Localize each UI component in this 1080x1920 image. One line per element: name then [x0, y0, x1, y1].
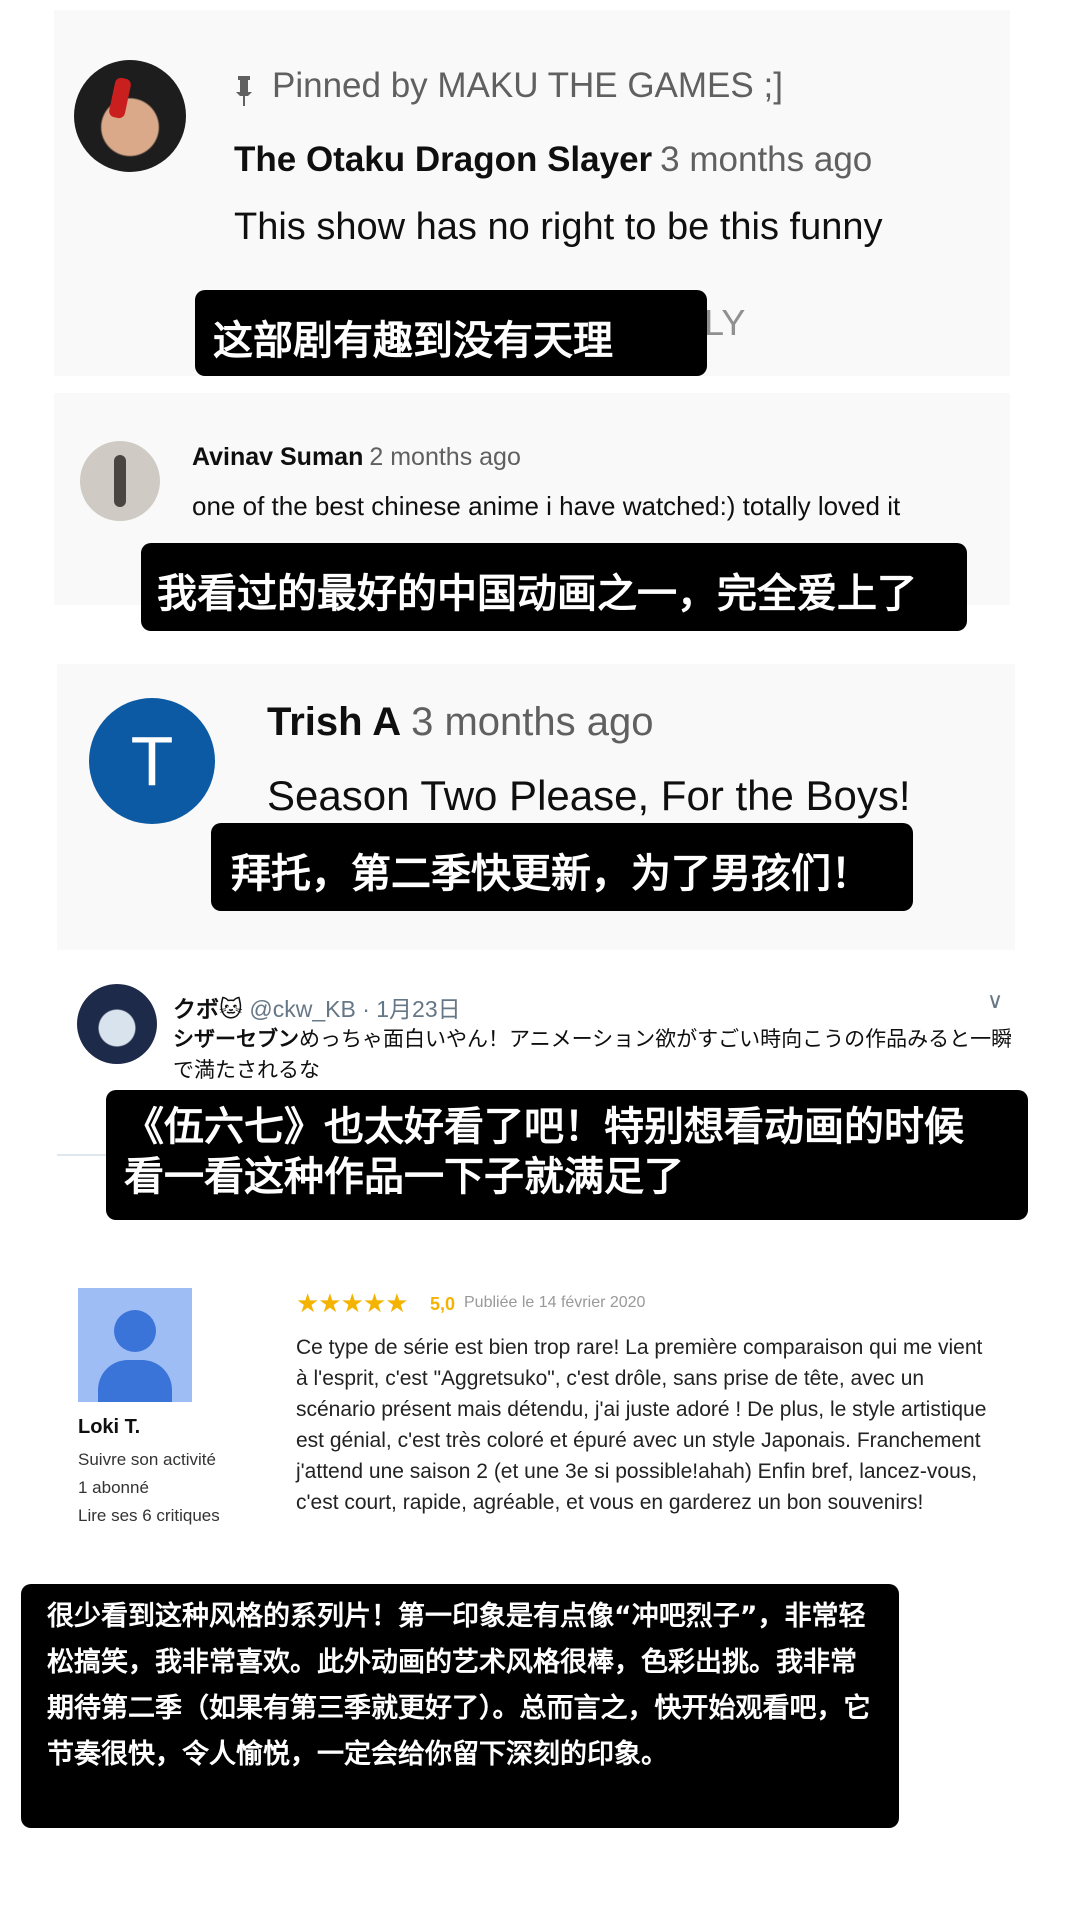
review-text: Ce type de série est bien trop rare! La … — [296, 1336, 987, 1514]
comment-time[interactable]: 2 months ago — [369, 443, 521, 471]
reviews-link[interactable]: Lire ses 6 critiques — [78, 1506, 220, 1526]
obscured-text: LY — [704, 302, 746, 343]
tweet-handle[interactable]: @ckw_KB — [249, 996, 355, 1022]
author-name[interactable]: Avinav Suman — [192, 443, 363, 471]
author-name[interactable]: The Otaku Dragon Slayer — [234, 140, 652, 179]
tweet-text: シザーセブンめっちゃ面白いやん！アニメーション欲がすごい時向こうの作品みると一瞬… — [173, 1024, 1033, 1086]
comment-time[interactable]: 3 months ago — [660, 140, 872, 179]
tweet-bold-title: シザーセブン — [173, 1027, 299, 1051]
pinned-label: Pinned by MAKU THE GAMES ;] — [272, 66, 783, 105]
followers-count: 1 abonné — [78, 1478, 149, 1497]
review-date: Publiée le 14 février 2020 — [464, 1294, 646, 1311]
user-avatar[interactable]: T — [89, 698, 215, 824]
subtitle-chinese: 拜托，第二季快更新，为了男孩们！ — [211, 823, 913, 911]
pin-icon — [236, 76, 252, 106]
comment-header: Trish A3 months ago — [267, 700, 654, 745]
rating-value: 5,0 — [430, 1294, 456, 1314]
default-avatar-icon[interactable] — [78, 1288, 192, 1402]
star-rating-icon: ★★★★★ — [296, 1288, 409, 1318]
user-avatar[interactable] — [77, 984, 157, 1064]
comment-header: Avinav Suman 2 months ago — [192, 443, 521, 472]
comment-text: This show has no right to be this funny — [234, 206, 883, 248]
subtitle-chinese: 很少看到这种风格的系列片！第一印象是有点像“冲吧烈子”，非常轻松搞笑，我非常喜欢… — [21, 1584, 899, 1828]
comment-header: The Otaku Dragon Slayer 3 months ago — [234, 140, 872, 180]
subtitle-line: 《伍六七》也太好看了吧！特别想看动画的时候 — [124, 1104, 964, 1150]
subtitle-chinese: 这部剧有趣到没有天理了！ — [195, 290, 707, 422]
tweet-body: めっちゃ面白いやん！アニメーション欲がすごい時向こうの作品みると一瞬で満たされる… — [173, 1027, 1013, 1082]
review-card: Loki T. Suivre son activité 1 abonné Lir… — [78, 1288, 1018, 1556]
follow-link[interactable]: Suivre son activité — [78, 1450, 216, 1470]
comment-time[interactable]: 3 months ago — [411, 700, 653, 744]
subtitle-line: 看一看这种作品一下子就满足了 — [124, 1154, 684, 1200]
tweet-date[interactable]: · 1月23日 — [362, 996, 460, 1022]
user-avatar[interactable] — [80, 441, 160, 521]
tweet-header: クボ🐱 @ckw_KB · 1月23日 — [173, 990, 461, 1024]
tweet-author-name[interactable]: クボ🐱 — [173, 996, 243, 1022]
author-name[interactable]: Trish A — [267, 700, 401, 744]
subtitle-chinese: 《伍六七》也太好看了吧！特别想看动画的时候 看一看这种作品一下子就满足了 — [106, 1090, 1028, 1220]
chevron-down-icon[interactable]: ∨ — [987, 988, 1003, 1014]
comment-text: Season Two Please, For the Boys! — [267, 772, 911, 819]
user-avatar[interactable] — [74, 60, 186, 172]
reviewer-name[interactable]: Loki T. — [78, 1416, 140, 1439]
comment-text: one of the best chinese anime i have wat… — [192, 491, 901, 521]
subtitle-chinese: 我看过的最好的中国动画之一，完全爱上了 — [141, 543, 967, 631]
